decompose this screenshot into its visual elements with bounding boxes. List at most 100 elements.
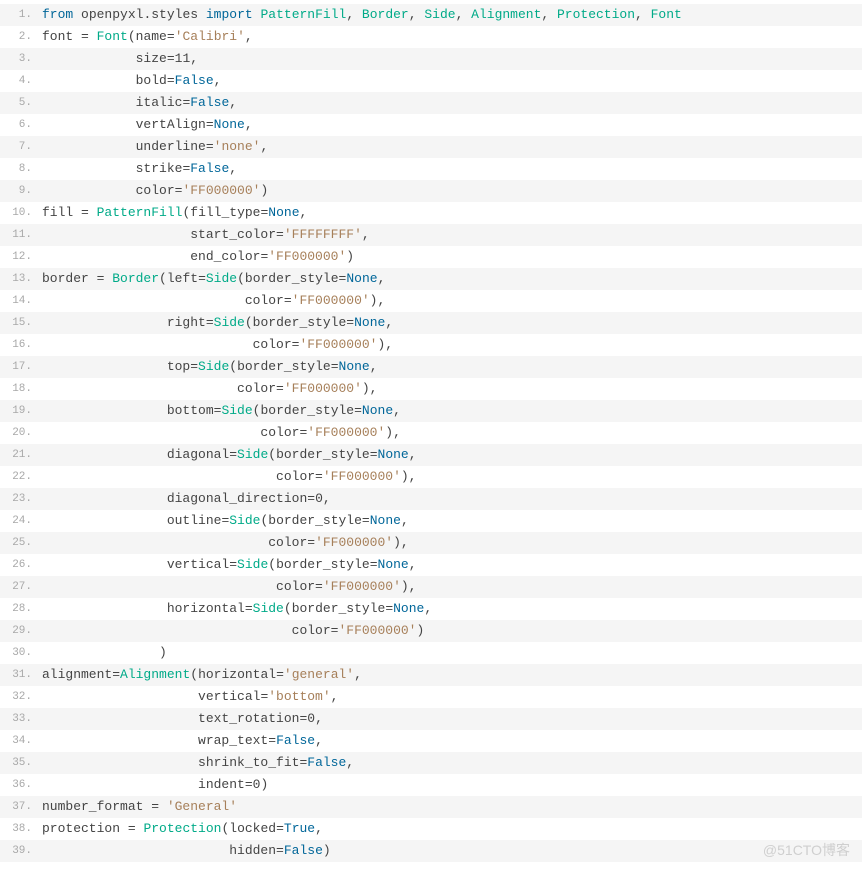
line-number: 21.: [0, 444, 36, 466]
line-number: 35.: [0, 752, 36, 774]
code-line: 27. color='FF000000'),: [0, 576, 862, 598]
code-content: color='FF000000'),: [36, 532, 862, 554]
line-number: 4.: [0, 70, 36, 92]
line-number: 33.: [0, 708, 36, 730]
line-number: 11.: [0, 224, 36, 246]
code-line: 12. end_color='FF000000'): [0, 246, 862, 268]
code-content: color='FF000000'),: [36, 334, 862, 356]
code-line: 11. start_color='FFFFFFFF',: [0, 224, 862, 246]
code-line: 19. bottom=Side(border_style=None,: [0, 400, 862, 422]
code-content: vertical='bottom',: [36, 686, 862, 708]
line-number: 20.: [0, 422, 36, 444]
line-number: 27.: [0, 576, 36, 598]
line-number: 9.: [0, 180, 36, 202]
code-content: text_rotation=0,: [36, 708, 862, 730]
code-line: 38.protection = Protection(locked=True,: [0, 818, 862, 840]
code-content: ): [36, 642, 862, 664]
line-number: 13.: [0, 268, 36, 290]
line-number: 18.: [0, 378, 36, 400]
code-line: 3. size=11,: [0, 48, 862, 70]
line-number: 10.: [0, 202, 36, 224]
code-line: 30. ): [0, 642, 862, 664]
line-number: 31.: [0, 664, 36, 686]
code-line: 1.from openpyxl.styles import PatternFil…: [0, 4, 862, 26]
code-line: 4. bold=False,: [0, 70, 862, 92]
code-content: number_format = 'General': [36, 796, 862, 818]
code-content: protection = Protection(locked=True,: [36, 818, 862, 840]
code-line: 18. color='FF000000'),: [0, 378, 862, 400]
line-number: 24.: [0, 510, 36, 532]
code-line: 21. diagonal=Side(border_style=None,: [0, 444, 862, 466]
line-number: 28.: [0, 598, 36, 620]
code-block: 1.from openpyxl.styles import PatternFil…: [0, 0, 862, 866]
code-line: 39. hidden=False): [0, 840, 862, 862]
code-content: underline='none',: [36, 136, 862, 158]
line-number: 36.: [0, 774, 36, 796]
line-number: 16.: [0, 334, 36, 356]
line-number: 3.: [0, 48, 36, 70]
code-content: color='FF000000'),: [36, 422, 862, 444]
code-content: strike=False,: [36, 158, 862, 180]
code-content: diagonal_direction=0,: [36, 488, 862, 510]
code-line: 13.border = Border(left=Side(border_styl…: [0, 268, 862, 290]
code-line: 20. color='FF000000'),: [0, 422, 862, 444]
code-content: color='FF000000'),: [36, 576, 862, 598]
code-line: 16. color='FF000000'),: [0, 334, 862, 356]
code-content: outline=Side(border_style=None,: [36, 510, 862, 532]
code-line: 2.font = Font(name='Calibri',: [0, 26, 862, 48]
line-number: 1.: [0, 4, 36, 26]
code-line: 36. indent=0): [0, 774, 862, 796]
code-line: 17. top=Side(border_style=None,: [0, 356, 862, 378]
code-content: hidden=False): [36, 840, 862, 862]
code-content: color='FF000000'): [36, 180, 862, 202]
code-content: color='FF000000'),: [36, 378, 862, 400]
code-content: color='FF000000'),: [36, 290, 862, 312]
code-content: shrink_to_fit=False,: [36, 752, 862, 774]
line-number: 15.: [0, 312, 36, 334]
code-line: 24. outline=Side(border_style=None,: [0, 510, 862, 532]
code-content: bottom=Side(border_style=None,: [36, 400, 862, 422]
code-line: 14. color='FF000000'),: [0, 290, 862, 312]
code-content: top=Side(border_style=None,: [36, 356, 862, 378]
line-number: 38.: [0, 818, 36, 840]
code-line: 7. underline='none',: [0, 136, 862, 158]
code-content: wrap_text=False,: [36, 730, 862, 752]
code-content: bold=False,: [36, 70, 862, 92]
line-number: 34.: [0, 730, 36, 752]
code-line: 10.fill = PatternFill(fill_type=None,: [0, 202, 862, 224]
code-content: vertAlign=None,: [36, 114, 862, 136]
code-line: 29. color='FF000000'): [0, 620, 862, 642]
code-line: 28. horizontal=Side(border_style=None,: [0, 598, 862, 620]
code-line: 25. color='FF000000'),: [0, 532, 862, 554]
line-number: 26.: [0, 554, 36, 576]
code-line: 22. color='FF000000'),: [0, 466, 862, 488]
code-line: 6. vertAlign=None,: [0, 114, 862, 136]
line-number: 6.: [0, 114, 36, 136]
line-number: 8.: [0, 158, 36, 180]
line-number: 37.: [0, 796, 36, 818]
code-line: 9. color='FF000000'): [0, 180, 862, 202]
code-content: fill = PatternFill(fill_type=None,: [36, 202, 862, 224]
code-line: 15. right=Side(border_style=None,: [0, 312, 862, 334]
line-number: 7.: [0, 136, 36, 158]
code-content: color='FF000000'): [36, 620, 862, 642]
code-line: 8. strike=False,: [0, 158, 862, 180]
code-line: 26. vertical=Side(border_style=None,: [0, 554, 862, 576]
code-content: font = Font(name='Calibri',: [36, 26, 862, 48]
code-line: 5. italic=False,: [0, 92, 862, 114]
line-number: 30.: [0, 642, 36, 664]
code-content: vertical=Side(border_style=None,: [36, 554, 862, 576]
code-content: italic=False,: [36, 92, 862, 114]
code-content: indent=0): [36, 774, 862, 796]
line-number: 17.: [0, 356, 36, 378]
code-content: color='FF000000'),: [36, 466, 862, 488]
line-number: 23.: [0, 488, 36, 510]
code-content: right=Side(border_style=None,: [36, 312, 862, 334]
code-line: 23. diagonal_direction=0,: [0, 488, 862, 510]
line-number: 22.: [0, 466, 36, 488]
line-number: 39.: [0, 840, 36, 862]
code-content: start_color='FFFFFFFF',: [36, 224, 862, 246]
code-content: horizontal=Side(border_style=None,: [36, 598, 862, 620]
code-line: 32. vertical='bottom',: [0, 686, 862, 708]
code-content: diagonal=Side(border_style=None,: [36, 444, 862, 466]
